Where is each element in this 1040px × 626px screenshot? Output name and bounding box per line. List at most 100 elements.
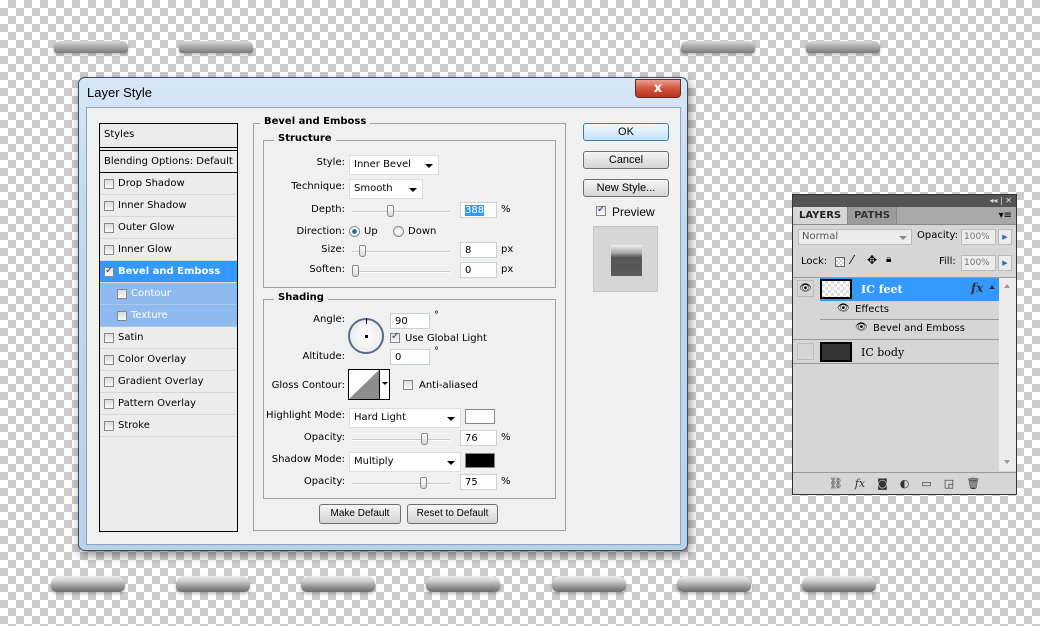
layers-scrollbar[interactable] — [999, 278, 1016, 471]
adjustment-layer-icon[interactable]: ◐ — [900, 477, 910, 490]
checkbox[interactable] — [117, 288, 127, 299]
shadow-color-swatch[interactable] — [465, 453, 495, 468]
close-button[interactable]: x — [635, 79, 681, 98]
new-style-button[interactable]: New Style... — [583, 179, 669, 197]
gloss-contour-picker[interactable] — [348, 369, 390, 400]
checkbox[interactable] — [117, 310, 127, 321]
scroll-up-icon[interactable] — [1004, 284, 1010, 288]
ok-button[interactable]: OK — [583, 123, 669, 141]
checkbox[interactable] — [104, 265, 114, 277]
checkbox[interactable] — [104, 244, 114, 255]
effect-eye-icon[interactable]: 👁︎ — [855, 322, 868, 333]
depth-input[interactable]: 388 — [460, 202, 497, 218]
altitude-input[interactable]: 0 — [390, 349, 430, 365]
highlight-opacity-slider[interactable] — [352, 433, 450, 445]
anti-aliased-checkbox[interactable] — [403, 380, 413, 390]
style-item-inner-shadow[interactable]: Inner Shadow — [100, 195, 237, 217]
opacity-input[interactable]: 100% — [961, 229, 996, 245]
fx-menu-icon[interactable]: fx — [855, 477, 865, 490]
fill-input[interactable]: 100% — [961, 255, 996, 271]
add-mask-icon[interactable]: ◙ — [877, 477, 888, 490]
checkbox[interactable] — [104, 200, 114, 211]
checkbox[interactable] — [104, 332, 114, 343]
checkbox[interactable] — [104, 222, 114, 233]
styles-header[interactable]: Styles — [100, 124, 237, 148]
lock-transparency-icon[interactable] — [835, 257, 845, 267]
expand-effects-icon[interactable] — [989, 285, 995, 289]
style-item-outer-glow[interactable]: Outer Glow — [100, 217, 237, 239]
scroll-down-icon[interactable] — [1004, 460, 1010, 464]
style-item-inner-glow[interactable]: Inner Glow — [100, 239, 237, 261]
trash-icon[interactable]: 🗑︎ — [966, 477, 980, 490]
layer-row-ic-body[interactable]: IC body — [793, 340, 999, 364]
slider-thumb[interactable] — [387, 205, 395, 217]
slider-thumb[interactable] — [359, 245, 367, 257]
dialog-client: Styles Blending Options: Default Drop Sh… — [86, 107, 681, 545]
fx-icon[interactable]: fx — [971, 281, 983, 295]
tab-layers[interactable]: LAYERS — [793, 207, 848, 224]
checkbox[interactable] — [104, 420, 114, 431]
highlight-opacity-input[interactable]: 76 — [460, 430, 497, 446]
layer-row-bevel-emboss[interactable]: 👁︎ Bevel and Emboss — [848, 320, 999, 339]
lock-move-icon[interactable]: ✥ — [867, 253, 877, 267]
style-item-texture[interactable]: Texture — [100, 305, 237, 327]
technique-select[interactable]: Smooth — [349, 179, 423, 199]
style-item-stroke[interactable]: Stroke — [100, 415, 237, 437]
checkbox[interactable] — [104, 398, 114, 409]
soften-input[interactable]: 0 — [460, 262, 497, 278]
tab-paths[interactable]: PATHS — [847, 207, 897, 224]
preview-checkbox[interactable] — [596, 204, 606, 216]
slider-thumb[interactable] — [352, 265, 359, 277]
layer-row-effects[interactable]: 👁︎ Effects — [820, 301, 999, 320]
size-input[interactable]: 8 — [460, 242, 497, 258]
style-item-gradient-overlay[interactable]: Gradient Overlay — [100, 371, 237, 393]
visibility-toggle[interactable] — [797, 343, 814, 360]
link-layers-icon[interactable]: ⛓︎ — [829, 477, 843, 490]
style-item-pattern-overlay[interactable]: Pattern Overlay — [100, 393, 237, 415]
new-group-icon[interactable]: ▭ — [921, 477, 931, 490]
direction-up-radio[interactable] — [349, 226, 360, 237]
shadow-opacity-input[interactable]: 75 — [460, 474, 497, 490]
shadow-mode-select[interactable]: Multiply — [349, 452, 461, 472]
blending-options-item[interactable]: Blending Options: Default — [100, 151, 237, 173]
style-item-bevel-and-emboss[interactable]: Bevel and Emboss — [100, 261, 237, 283]
cancel-button[interactable]: Cancel — [583, 151, 669, 169]
highlight-color-swatch[interactable] — [465, 409, 495, 424]
style-item-color-overlay[interactable]: Color Overlay — [100, 349, 237, 371]
style-item-drop-shadow[interactable]: Drop Shadow — [100, 173, 237, 195]
angle-center-dot — [365, 335, 368, 338]
make-default-button[interactable]: Make Default — [319, 504, 401, 524]
chevron-down-icon[interactable] — [379, 370, 389, 399]
direction-down-radio[interactable] — [393, 226, 404, 237]
highlight-mode-select[interactable]: Hard Light — [349, 408, 461, 428]
canvas-foot-top — [179, 41, 253, 53]
direction-down-label: Down — [408, 226, 437, 237]
opacity-arrow-button[interactable]: ▶ — [998, 229, 1012, 245]
checkbox[interactable] — [104, 354, 114, 365]
global-light-checkbox[interactable] — [390, 331, 400, 343]
angle-input[interactable]: 90 — [390, 313, 430, 329]
panel-menu-icon[interactable]: ▾≡ — [999, 210, 1012, 221]
shadow-opacity-slider[interactable] — [352, 477, 450, 489]
fill-arrow-button[interactable]: ▶ — [998, 255, 1012, 271]
lock-paint-icon[interactable]: ⁄ — [851, 253, 853, 267]
size-slider[interactable] — [352, 245, 450, 257]
effects-eye-icon[interactable]: 👁︎ — [837, 303, 850, 314]
depth-slider[interactable] — [352, 205, 450, 217]
visibility-eye-icon[interactable]: 👁︎ — [797, 280, 814, 297]
angle-dial[interactable] — [348, 318, 384, 354]
panel-topbar[interactable]: ◂◂ | ✕ — [793, 195, 1016, 207]
blend-mode-select[interactable]: Normal — [798, 229, 912, 245]
new-layer-icon[interactable]: ◲ — [944, 477, 954, 490]
slider-thumb[interactable] — [421, 433, 429, 445]
layer-row-ic-feet[interactable]: 👁︎ IC feet fx — [793, 278, 999, 301]
style-item-contour[interactable]: Contour — [100, 283, 237, 305]
reset-to-default-button[interactable]: Reset to Default — [407, 504, 498, 524]
lock-all-icon[interactable]: 🔒︎ — [886, 254, 891, 265]
checkbox[interactable] — [104, 376, 114, 387]
style-item-satin[interactable]: Satin — [100, 327, 237, 349]
soften-slider[interactable] — [352, 265, 450, 277]
style-select[interactable]: Inner Bevel — [349, 155, 439, 175]
slider-thumb[interactable] — [420, 477, 428, 489]
checkbox[interactable] — [104, 178, 114, 189]
